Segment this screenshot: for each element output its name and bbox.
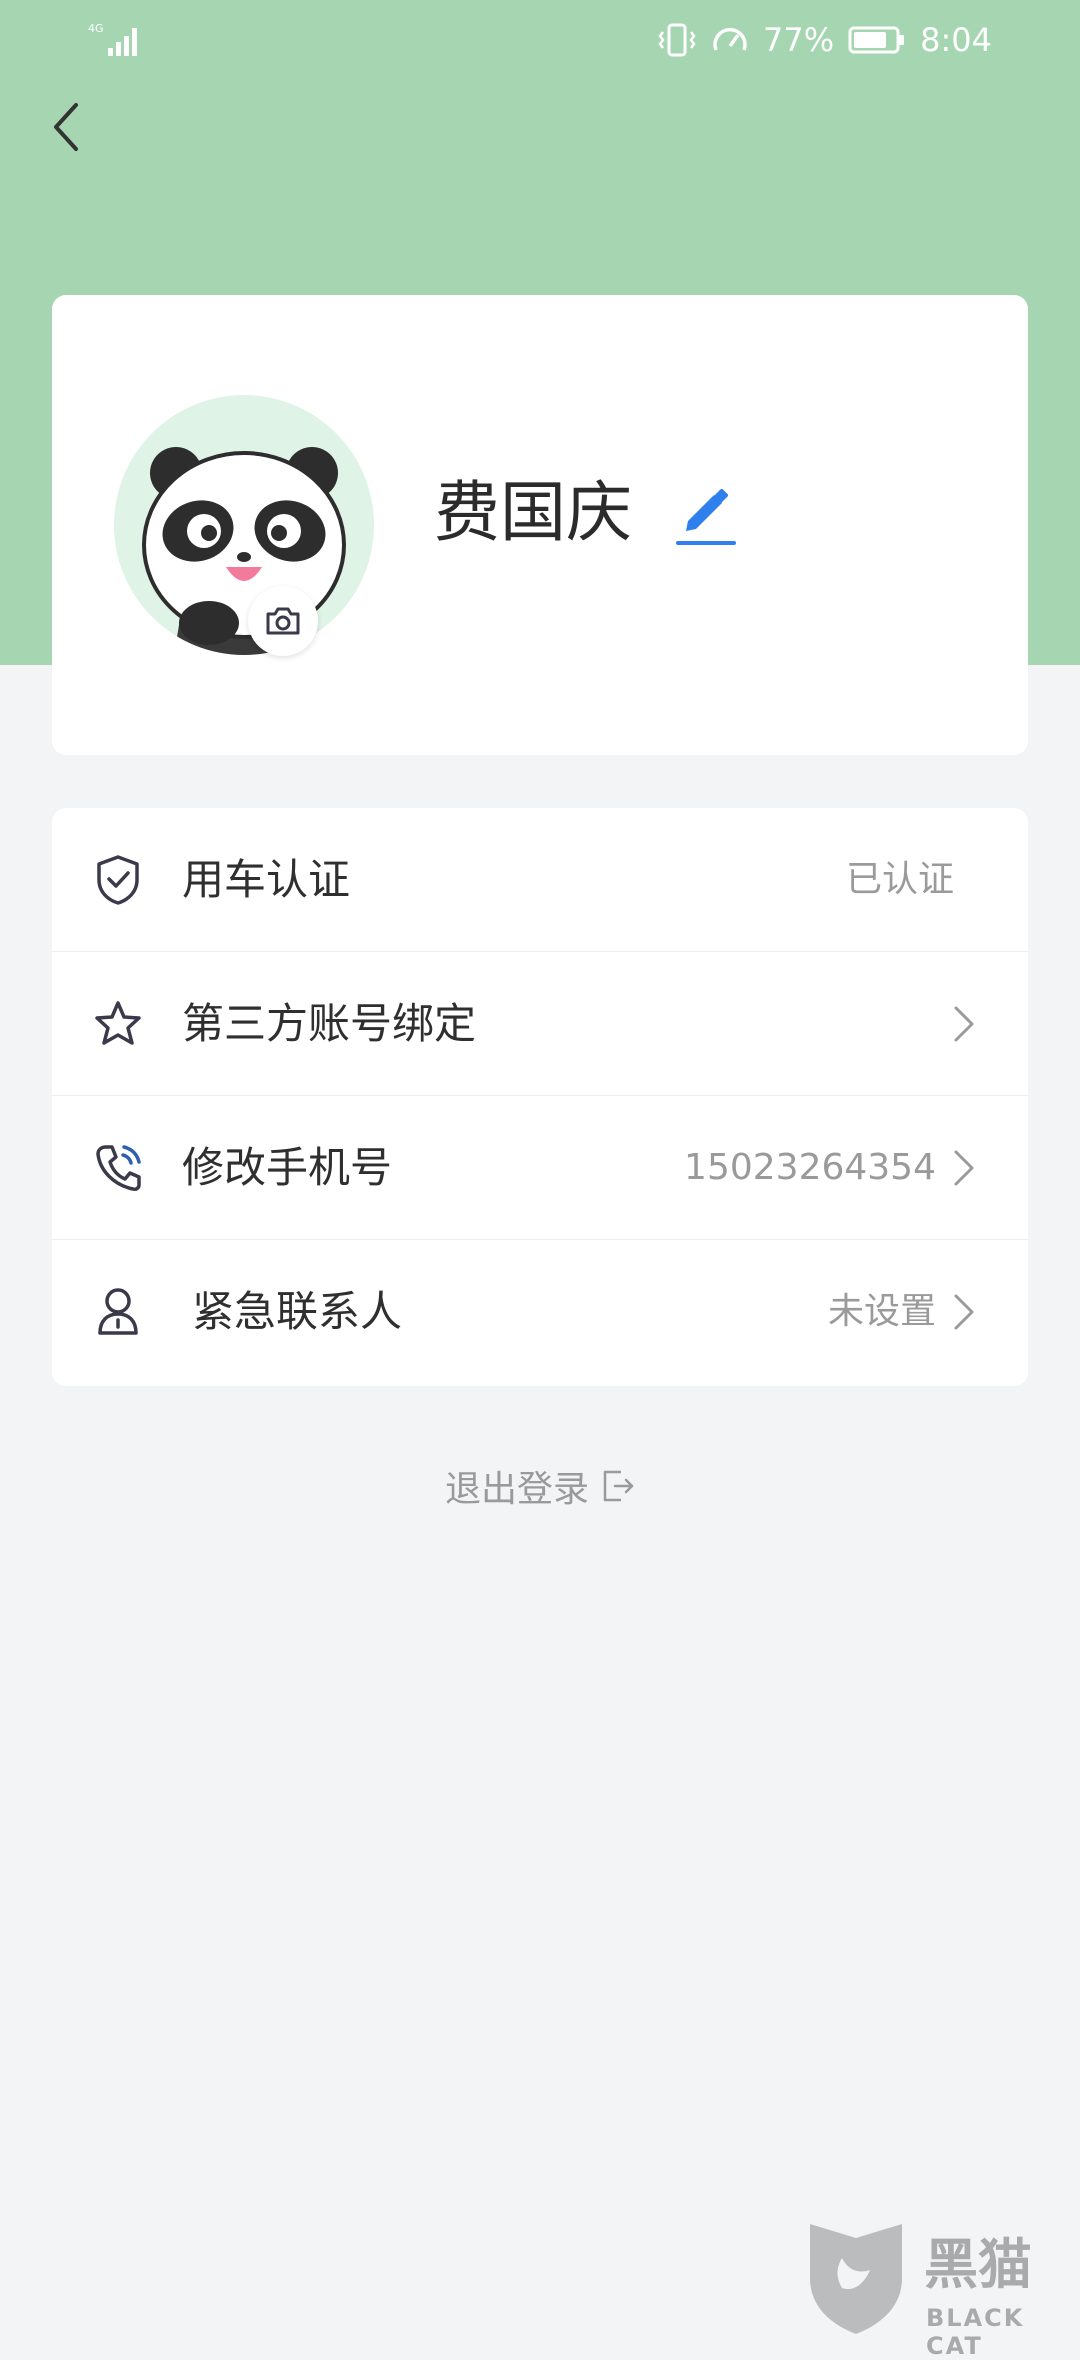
watermark: 黑猫 BLACK CAT [806, 2218, 1080, 2360]
camera-icon [266, 607, 300, 635]
logout-button[interactable]: 退出登录 [0, 1458, 1080, 1514]
cellular-signal-icon: 4G [88, 20, 144, 60]
watermark-subtitle: BLACK CAT [926, 2304, 1025, 2360]
menu-item-vehicle-verification[interactable]: 用车认证 已认证 [52, 808, 1028, 952]
chevron-right-icon [954, 1294, 974, 1330]
menu-item-label: 第三方账号绑定 [182, 999, 477, 1048]
back-button[interactable] [40, 95, 90, 159]
menu-item-emergency-contact[interactable]: 紧急联系人 未设置 [52, 1240, 1028, 1384]
chevron-right-icon [954, 1006, 974, 1042]
profile-card: 费国庆 [52, 295, 1028, 755]
speedometer-icon [713, 27, 747, 51]
logout-icon [603, 1470, 634, 1502]
star-icon [90, 996, 146, 1052]
black-cat-logo-icon [810, 2224, 902, 2334]
shield-check-icon [90, 852, 146, 908]
menu-item-label: 修改手机号 [182, 1143, 393, 1192]
clock: 8:04 [920, 21, 992, 59]
menu-item-label: 紧急联系人 [192, 1287, 403, 1336]
chevron-right-icon [954, 1150, 974, 1186]
menu-item-label: 用车认证 [182, 855, 351, 904]
panda-avatar-icon [142, 447, 346, 655]
edit-name-button[interactable] [672, 487, 742, 549]
menu-item-change-phone[interactable]: 修改手机号 15023264354 [52, 1096, 1028, 1240]
emergency-contact-status: 未设置 [827, 1291, 936, 1332]
settings-menu: 用车认证 已认证 第三方账号绑定 修改手机号 15023264354 紧急联系人… [52, 808, 1028, 1386]
network-type: 4G [88, 22, 104, 35]
phone-number: 15023264354 [684, 1147, 936, 1188]
menu-item-third-party-binding[interactable]: 第三方账号绑定 [52, 952, 1028, 1096]
logout-label: 退出登录 [444, 1469, 589, 1510]
battery-icon [848, 26, 905, 54]
vibrate-icon [658, 23, 696, 57]
watermark-title: 黑猫 [924, 2233, 1032, 2296]
username: 费国庆 [434, 474, 632, 551]
phone-icon [90, 1140, 146, 1196]
change-avatar-button[interactable] [248, 586, 318, 656]
pencil-icon [676, 489, 736, 545]
status-bar: 4G 77% 8:04 [0, 0, 1080, 80]
verification-status: 已认证 [845, 859, 954, 900]
chevron-left-icon [54, 103, 78, 151]
avatar-background [114, 395, 374, 655]
contact-person-icon [90, 1284, 146, 1340]
avatar[interactable] [114, 395, 374, 655]
battery-percent: 77% [763, 21, 835, 59]
